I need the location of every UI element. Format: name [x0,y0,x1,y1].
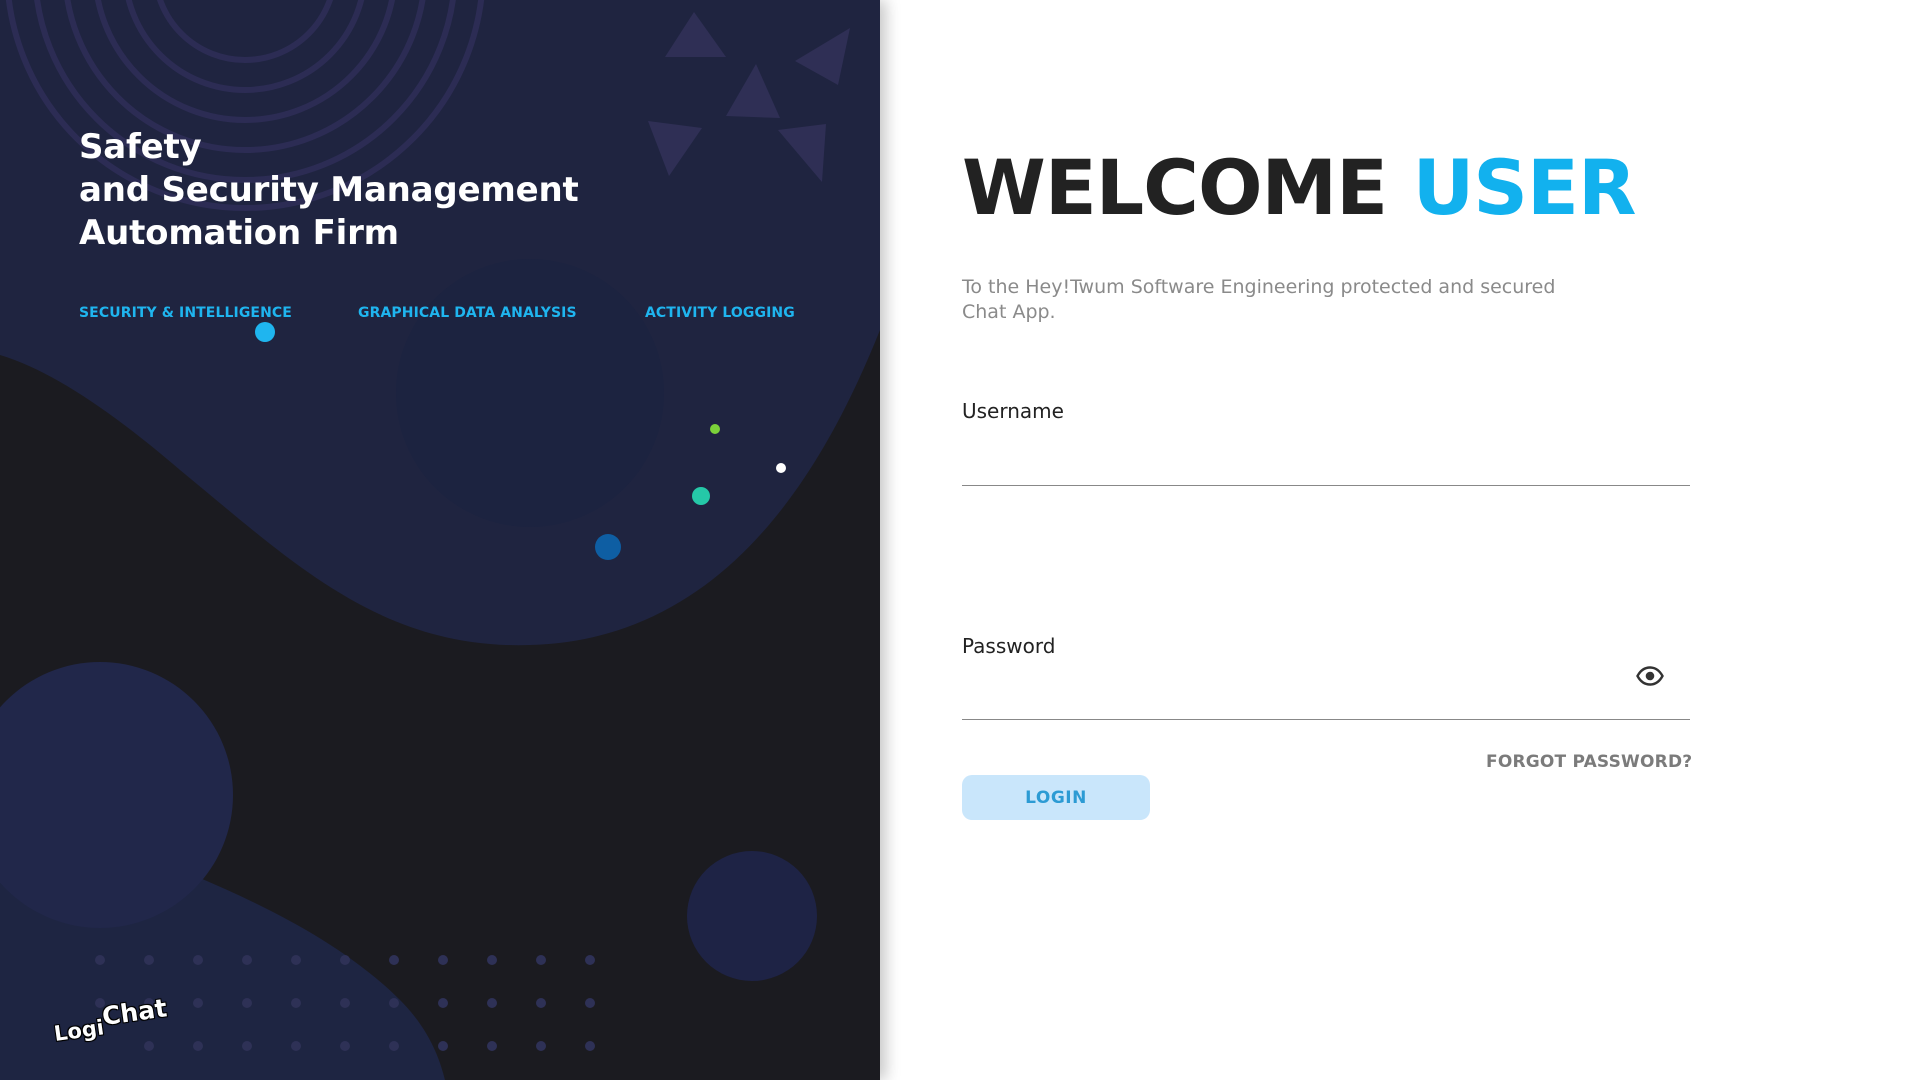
username-label: Username [962,399,1064,423]
feature-graphical-data-analysis[interactable]: GRAPHICAL DATA ANALYSIS [358,305,577,321]
hero-title: Safety and Security Management Automatio… [79,126,579,255]
dark-blue-dot [595,534,621,560]
password-label: Password [962,634,1056,658]
welcome-heading: WELCOME USER [962,140,1637,236]
hero-title-line-3: Automation Firm [79,213,399,253]
green-dot [710,424,720,434]
blue-dot [255,322,275,342]
teal-dot [692,487,710,505]
white-dot [776,463,786,473]
welcome-highlight: USER [1412,143,1637,232]
feature-activity-logging[interactable]: ACTIVITY LOGGING [645,305,795,321]
lower-right-circle [687,851,817,981]
hero-title-line-2: and Security Management [79,170,579,210]
left-panel: Safety and Security Management Automatio… [0,0,880,1080]
inner-circle [396,259,664,527]
password-input[interactable] [962,680,1690,720]
eye-icon[interactable] [1636,666,1664,686]
hero-title-line-1: Safety [79,127,202,167]
welcome-subtitle: To the Hey!Twum Software Engineering pro… [962,276,1556,323]
forgot-password-link[interactable]: FORGOT PASSWORD? [1486,752,1692,772]
username-input[interactable] [962,446,1690,486]
eye-icon-graphic [1636,666,1664,686]
login-button[interactable]: LOGIN [962,775,1150,820]
feature-security-intelligence[interactable]: SECURITY & INTELLIGENCE [79,305,292,321]
welcome-word: WELCOME [962,143,1388,232]
